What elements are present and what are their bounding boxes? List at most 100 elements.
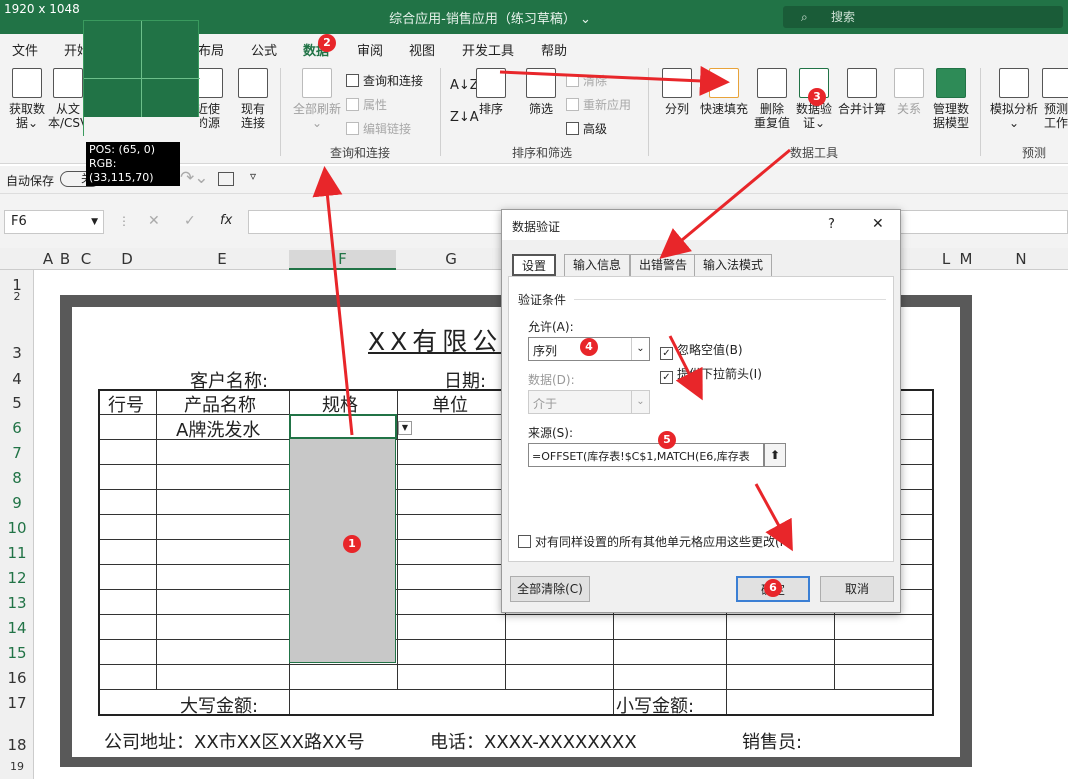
reapply-button[interactable]: 重新应用 [566,96,631,113]
cell-f6-active[interactable] [289,414,397,439]
refresh-all-button[interactable]: 全部刷新 ⌄ [288,68,346,130]
existing-connections-button[interactable]: 现有 连接 [236,68,270,130]
insert-function-icon[interactable]: fx [220,213,232,228]
clear-all-button[interactable]: 全部清除(C) [510,576,590,602]
sort-button[interactable]: 排序 [474,68,508,116]
collapse-dialog-icon[interactable]: ⬆ [764,443,786,467]
tab-formulas[interactable]: 公式 [251,40,277,59]
help-button[interactable]: ? [828,217,835,232]
tab-view[interactable]: 视图 [409,40,435,59]
row-header[interactable]: 9 [0,494,34,512]
manage-data-model-button[interactable]: 管理数 据模型 [930,68,972,130]
source-input[interactable]: =OFFSET(库存表!$C$1,MATCH(E6,库存表 [528,443,764,467]
tab-input-message[interactable]: 输入信息 [564,254,631,276]
clear-button[interactable]: 清除 [566,72,607,89]
get-data-button[interactable]: 获取数 据⌄ [4,68,50,130]
col-header-e[interactable]: E [156,250,288,268]
selected-range-f7-f15[interactable] [289,438,396,663]
queries-connections-button[interactable]: 查询和连接 [346,72,423,89]
relationships-button[interactable]: 关系 [892,68,926,116]
table-row-line [100,614,932,615]
salesperson-label: 销售员: [742,732,803,753]
tab-review[interactable]: 审阅 [357,40,383,59]
filter-button[interactable]: 筛选 [524,68,558,116]
remove-duplicates-icon [757,68,787,98]
crosshair-horizontal [84,78,200,79]
edit-links-button[interactable]: 编辑链接 [346,120,411,137]
row-header[interactable]: 15 [0,644,34,662]
data-select[interactable]: 介于 ⌄ [528,390,650,414]
dropdown-arrow-checkbox[interactable]: ✓ 提供下拉箭头(I) [660,365,762,384]
col-header-g[interactable]: G [397,250,505,268]
name-box-dropdown-icon[interactable]: ▼ [91,211,98,233]
from-text-button[interactable]: 从文 本/CSV [48,68,88,130]
remove-duplicates-button[interactable]: 删除 重复值 [752,68,792,130]
forecast-sheet-button[interactable]: 预测 工作 [1042,68,1068,130]
source-value: =OFFSET(库存表!$C$1,MATCH(E6,库存表 [532,450,750,463]
tab-developer[interactable]: 开发工具 [462,40,514,59]
row-header[interactable]: 17 [0,694,34,712]
customize-qat-icon[interactable]: ▿ [250,169,256,183]
ignore-blank-checkbox[interactable]: ✓ 忽略空值(B) [660,341,743,360]
flash-fill-icon [709,68,739,98]
big-amount-label: 大写金额: [180,696,259,717]
row-header[interactable]: 5 [0,394,34,412]
col-header-c[interactable]: C [76,250,96,268]
col-header-m[interactable]: M [958,250,974,268]
col-header-d[interactable]: D [98,250,156,268]
tab-file[interactable]: 文件 [12,40,38,59]
row-header[interactable]: 14 [0,619,34,637]
row-header[interactable]: 6 [0,419,34,437]
pixel-info: POS: (65, 0) RGB: (33,115,70) [86,142,180,186]
row-header[interactable]: 11 [0,544,34,562]
redo-icon[interactable]: ↷⌄ [180,168,209,188]
row-header[interactable]: 2 [0,290,34,303]
dropdown-arrow-icon[interactable]: ▼ [398,421,412,435]
consolidate-button[interactable]: 合并计算 [836,68,888,116]
cell-e6-product[interactable]: A牌洗发水 [176,416,260,442]
row-header[interactable]: 10 [0,519,34,537]
properties-button[interactable]: 属性 [346,96,387,113]
tab-settings[interactable]: 设置 [512,254,557,276]
search-box[interactable]: ⌕ 搜索 [783,6,1063,28]
text-to-columns-button[interactable]: 分列 [660,68,694,116]
clear-filter-icon [566,74,579,87]
col-header-f[interactable]: F [289,250,396,270]
row-header[interactable]: 19 [0,760,34,773]
cancel-formula-icon[interactable]: ✕ [148,213,160,229]
col-header-n[interactable]: N [976,250,1066,268]
row-header[interactable]: 7 [0,444,34,462]
row-header[interactable]: 4 [0,370,34,388]
tab-help[interactable]: 帮助 [541,40,567,59]
cancel-button[interactable]: 取消 [820,576,894,602]
row-header[interactable]: 8 [0,469,34,487]
advanced-button[interactable]: 高级 [566,120,607,137]
col-header-b[interactable]: B [58,250,72,268]
form-icon[interactable] [218,172,234,186]
what-if-analysis-button[interactable]: 模拟分析 ⌄ [988,68,1040,130]
search-placeholder: 搜索 [831,10,856,24]
row-header[interactable]: 18 [0,736,34,754]
dialog-title: 数据验证 [512,220,561,234]
enter-formula-icon[interactable]: ✓ [184,213,196,229]
table-row-line [100,689,932,690]
step-badge: 1 [343,535,361,553]
close-icon[interactable]: ✕ [872,216,884,232]
tab-ime-mode[interactable]: 输入法模式 [694,254,773,276]
tab-error-alert[interactable]: 出错警告 [630,254,697,276]
name-box[interactable]: F6 ▼ [4,210,104,234]
row-header[interactable]: 3 [0,344,34,362]
row-header[interactable]: 12 [0,569,34,587]
tab-page-layout[interactable]: 布局 [198,40,224,59]
group-sort-filter: 排序和筛选 [512,146,573,160]
flash-fill-button[interactable]: 快速填充 [698,68,750,116]
row-header[interactable]: 16 [0,669,34,687]
apply-all-checkbox[interactable]: 对有同样设置的所有其他单元格应用这些更改(P) [518,533,792,550]
step-badge: 2 [318,34,336,52]
col-header-a[interactable]: A [40,250,56,268]
group-data-tools: 数据工具 [790,146,839,160]
row-header[interactable]: 13 [0,594,34,612]
col-header-l[interactable]: L [936,250,956,268]
ribbon-separator [648,68,649,156]
connection-icon [238,68,268,98]
